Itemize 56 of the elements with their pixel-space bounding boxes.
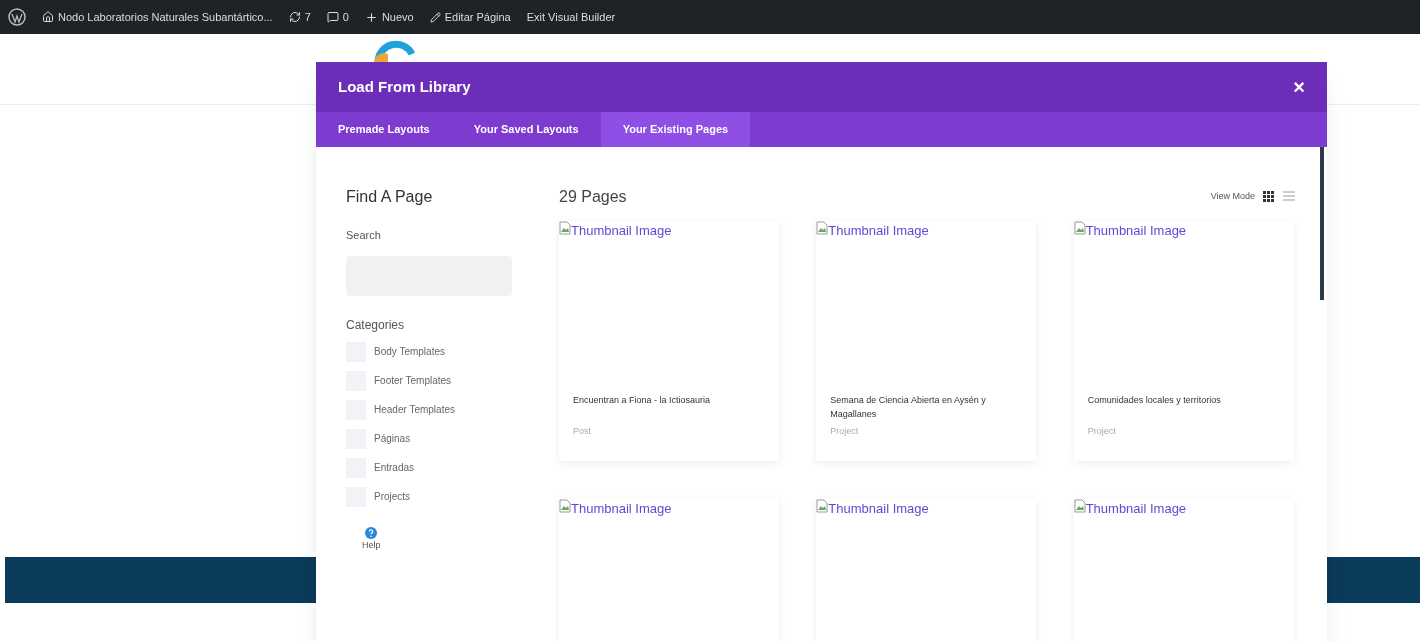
category-label: Footer Templates <box>374 374 452 388</box>
thumbnail-alt-text: Thumbnail Image <box>828 500 929 518</box>
close-button[interactable]: × <box>1293 72 1305 102</box>
new-link[interactable]: Nuevo <box>364 8 414 26</box>
exit-builder-link[interactable]: Exit Visual Builder <box>526 8 616 26</box>
site-link[interactable]: Nodo Laboratorios Naturales Subantártico... <box>42 8 273 26</box>
broken-image-icon <box>1073 221 1086 235</box>
broken-image-icon <box>1073 499 1086 513</box>
edit-page-link[interactable]: Editar Página <box>429 8 511 26</box>
thumbnail-alt-text: Thumbnail Image <box>1085 500 1187 518</box>
broken-image-icon <box>559 499 571 513</box>
page-count: 29 Pages <box>559 187 627 207</box>
grid-view-button[interactable] <box>1263 191 1275 203</box>
thumbnail-alt-text: Thumbnail Image <box>1085 222 1187 240</box>
search-label: Search <box>346 228 382 243</box>
card-type: Project <box>1086 425 1117 438</box>
categories-label: Categories <box>346 316 406 334</box>
page-card[interactable]: Thumbnail Image Comunidades locales y territorios Project <box>1073 221 1294 461</box>
page-card[interactable]: Thumbnail Image Encuentran a Fiona - la Ictiosauria Post <box>559 221 779 461</box>
page-card[interactable]: Thumbnail Image <box>816 499 1037 641</box>
page-card[interactable]: Thumbnail Image <box>1073 499 1294 641</box>
sidebar-heading: Find A Page <box>346 187 434 207</box>
thumbnail-alt-text: Thumbnail Image <box>571 500 672 518</box>
page-card[interactable]: Thumbnail Image Semana de Ciencia Abierta en Aysén y Magallanes Project <box>816 221 1037 461</box>
pencil-icon <box>429 11 441 23</box>
card-title: Encuentran a Fiona - la Ictiosauria <box>572 394 712 407</box>
comment-icon <box>326 11 339 23</box>
category-label: Projects <box>374 490 411 504</box>
category-label: Entradas <box>374 461 415 475</box>
help-button[interactable]: Help <box>362 526 381 552</box>
comments-link[interactable]: 0 <box>326 8 349 26</box>
help-icon <box>365 526 378 539</box>
broken-image-icon <box>816 221 829 235</box>
tab[interactable]: Your Existing Pages <box>600 112 751 147</box>
tab[interactable]: Premade Layouts <box>316 112 452 147</box>
wordpress-icon[interactable] <box>8 8 26 26</box>
broken-image-icon <box>559 221 571 235</box>
modal-title: Load From Library <box>338 76 471 97</box>
view-mode-label: View Mode <box>1210 190 1255 204</box>
refresh-icon <box>288 11 301 23</box>
thumbnail-alt-text: Thumbnail Image <box>828 222 929 240</box>
card-title: Semana de Ciencia Abierta en Aysén y Magallanes <box>829 394 987 421</box>
updates-link[interactable]: 7 <box>288 8 311 26</box>
thumbnail-alt-text: Thumbnail Image <box>571 222 672 240</box>
category-label: Header Templates <box>374 403 455 417</box>
home-icon <box>42 11 54 23</box>
tab[interactable]: Your Saved Layouts <box>451 112 601 147</box>
category-label: Páginas <box>374 432 411 446</box>
card-title: Comunidades locales y territorios <box>1086 394 1222 407</box>
category-label: Body Templates <box>374 345 445 359</box>
page-card[interactable]: Thumbnail Image <box>559 499 779 641</box>
list-view-button[interactable] <box>1283 191 1295 203</box>
card-type: Project <box>829 425 860 438</box>
broken-image-icon <box>816 499 829 513</box>
plus-icon <box>364 10 378 24</box>
card-type: Post <box>572 425 592 438</box>
